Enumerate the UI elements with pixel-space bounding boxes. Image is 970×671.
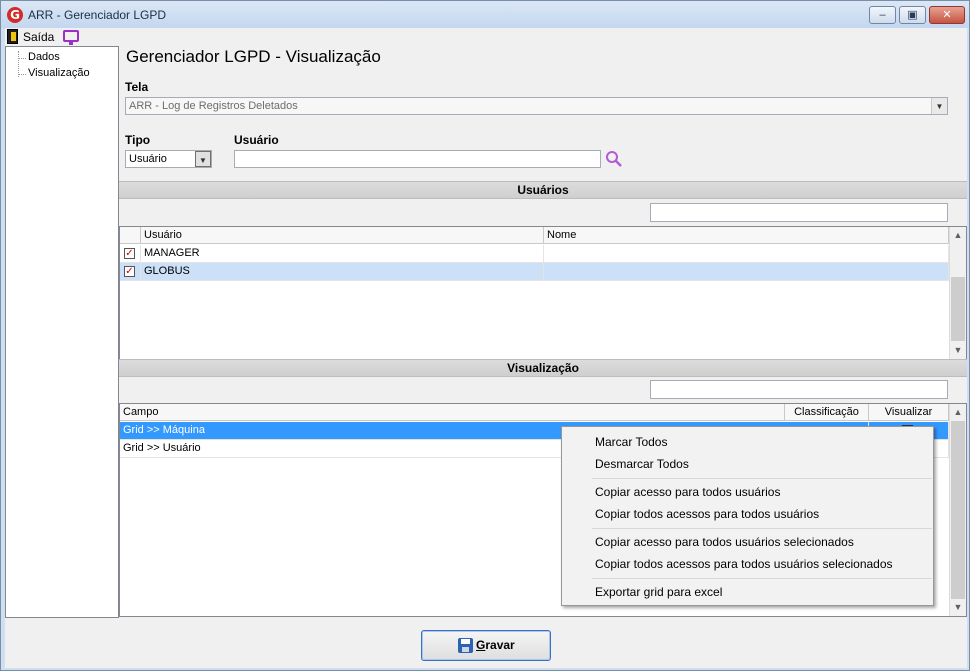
scroll-up-icon[interactable]: ▲ xyxy=(950,227,966,244)
client-area: Saída Dados Visualização Gerenciador LGP… xyxy=(5,28,967,668)
scroll-down-icon[interactable]: ▼ xyxy=(950,342,966,359)
row-checkbox[interactable]: ✓ xyxy=(124,266,135,277)
close-button[interactable]: ✕ xyxy=(929,6,965,24)
tela-label: Tela xyxy=(125,80,149,94)
tipo-label: Tipo xyxy=(125,133,151,147)
view-grid-scrollbar[interactable]: ▲ ▼ xyxy=(949,404,966,616)
window-title: ARR - Gerenciador LGPD xyxy=(28,8,167,22)
save-button[interactable]: Gravar xyxy=(421,630,551,661)
usuario-label: Usuário xyxy=(234,133,279,147)
tela-select-value: ARR - Log de Registros Deletados xyxy=(129,100,298,112)
tipo-select-value: Usuário xyxy=(129,153,167,165)
users-section-header: Usuários xyxy=(119,181,967,199)
table-row[interactable]: ✓ MANAGER xyxy=(120,245,949,263)
tree-connector xyxy=(18,74,26,75)
context-menu: Marcar Todos Desmarcar Todos Copiar aces… xyxy=(561,426,934,606)
tela-select[interactable]: ARR - Log de Registros Deletados ▼ xyxy=(125,97,948,115)
menu-item-copiar-acesso-todos[interactable]: Copiar acesso para todos usuários xyxy=(595,485,780,499)
tree-item-dados[interactable]: Dados xyxy=(28,51,60,63)
tree-connector xyxy=(18,58,26,59)
scroll-up-icon[interactable]: ▲ xyxy=(950,404,966,421)
users-grid: Usuário Nome ✓ MANAGER ✓ GLOBUS ▲ ▼ xyxy=(119,226,967,360)
usuario-cell: GLOBUS xyxy=(141,263,544,281)
column-header-check xyxy=(120,227,141,244)
menu-separator xyxy=(592,478,932,479)
column-header-nome[interactable]: Nome xyxy=(544,227,949,244)
minimize-button[interactable]: ‒ xyxy=(869,6,896,24)
nome-cell xyxy=(544,263,949,281)
check-cell: ✓ xyxy=(120,263,141,281)
users-grid-scrollbar[interactable]: ▲ ▼ xyxy=(949,227,966,359)
magnifier-icon[interactable] xyxy=(605,150,623,168)
navigation-tree: Dados Visualização xyxy=(5,46,119,618)
scroll-down-icon[interactable]: ▼ xyxy=(950,599,966,616)
monitor-icon[interactable] xyxy=(63,30,79,45)
tipo-select[interactable]: Usuário ▼ xyxy=(125,150,212,168)
floppy-disk-icon xyxy=(458,638,473,653)
view-grid-header: Campo Classificação Visualizar xyxy=(120,404,949,421)
menu-item-copiar-todos-acessos-todos[interactable]: Copiar todos acessos para todos usuários xyxy=(595,507,819,521)
tree-item-visualizacao[interactable]: Visualização xyxy=(28,67,90,79)
scroll-thumb[interactable] xyxy=(951,421,965,599)
maximize-button[interactable]: ▣ xyxy=(899,6,926,24)
view-search-input[interactable] xyxy=(650,380,948,399)
menu-item-desmarcar-todos[interactable]: Desmarcar Todos xyxy=(595,457,689,471)
exit-menu-item[interactable]: Saída xyxy=(23,30,54,44)
chevron-down-icon[interactable]: ▼ xyxy=(195,151,211,167)
column-header-classificacao[interactable]: Classificação xyxy=(785,404,869,421)
page-title: Gerenciador LGPD - Visualização xyxy=(126,47,381,66)
menu-item-marcar-todos[interactable]: Marcar Todos xyxy=(595,435,667,449)
toolbar: Saída xyxy=(5,28,967,46)
column-header-campo[interactable]: Campo xyxy=(120,404,785,421)
row-checkbox[interactable]: ✓ xyxy=(124,248,135,259)
users-search-input[interactable] xyxy=(650,203,948,222)
save-label-text: ravar xyxy=(485,638,515,652)
save-button-label: Gravar xyxy=(476,638,515,652)
usuario-cell: MANAGER xyxy=(141,245,544,263)
exit-door-icon[interactable] xyxy=(7,29,18,44)
footer-bar: Gravar xyxy=(5,618,967,668)
chevron-down-icon[interactable]: ▼ xyxy=(931,98,947,114)
view-section-header: Visualização xyxy=(119,359,967,377)
usuario-input[interactable] xyxy=(234,150,601,168)
menu-item-exportar-excel[interactable]: Exportar grid para excel xyxy=(595,585,722,599)
menu-item-copiar-todos-acessos-selecionados[interactable]: Copiar todos acessos para todos usuários… xyxy=(595,557,893,571)
column-header-usuario[interactable]: Usuário xyxy=(141,227,544,244)
menu-item-copiar-acesso-selecionados[interactable]: Copiar acesso para todos usuários seleci… xyxy=(595,535,854,549)
app-window: G ARR - Gerenciador LGPD ‒ ▣ ✕ Saída Dad… xyxy=(0,0,970,671)
table-row[interactable]: ✓ GLOBUS xyxy=(120,263,949,281)
menu-separator xyxy=(592,578,932,579)
save-mnemonic: G xyxy=(476,638,486,652)
nome-cell xyxy=(544,245,949,263)
check-cell: ✓ xyxy=(120,245,141,263)
column-header-visualizar[interactable]: Visualizar xyxy=(869,404,949,421)
menu-separator xyxy=(592,528,932,529)
globus-logo-icon: G xyxy=(7,7,23,23)
scroll-thumb[interactable] xyxy=(951,277,965,341)
title-bar[interactable]: G ARR - Gerenciador LGPD ‒ ▣ ✕ xyxy=(1,1,969,28)
users-grid-header: Usuário Nome xyxy=(120,227,949,244)
